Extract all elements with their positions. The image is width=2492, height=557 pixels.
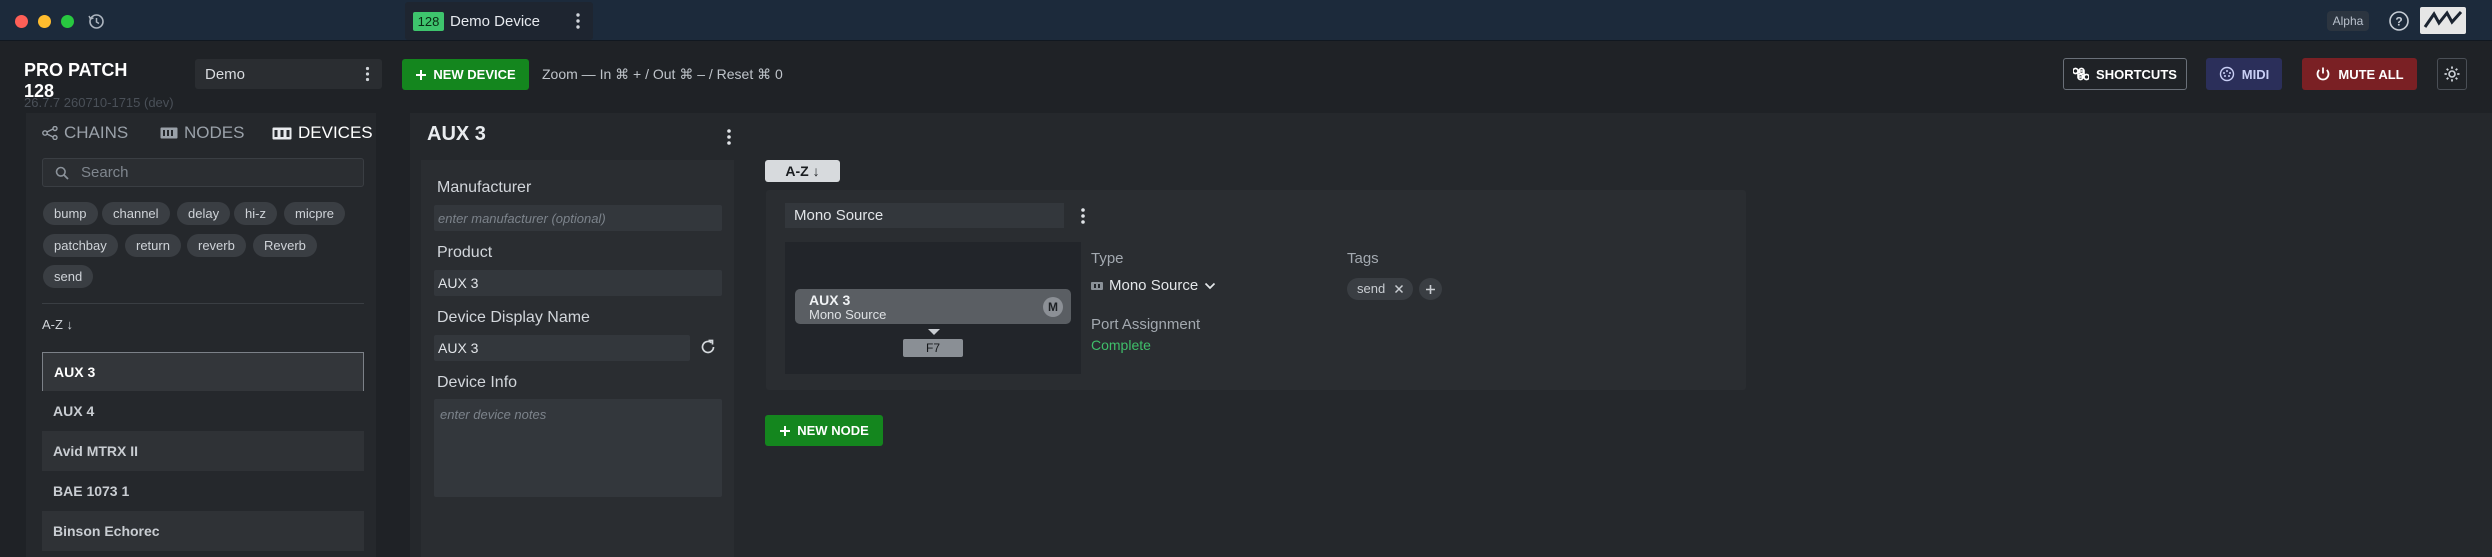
project-select-value: Demo <box>205 66 246 83</box>
tab-devices-label: DEVICES <box>298 123 373 142</box>
reset-name-icon[interactable] <box>699 338 717 356</box>
device-row-selected[interactable]: AUX 3 <box>42 352 364 392</box>
svg-text:?: ? <box>2395 15 2402 29</box>
tab-devices[interactable]: DEVICES <box>272 123 373 143</box>
tag-filter-chip[interactable]: reverb <box>187 234 246 257</box>
device-row[interactable]: Avid MTRX II <box>42 431 364 471</box>
mono-badge: M <box>1043 297 1063 317</box>
sidebar-divider <box>42 303 364 304</box>
tab-chains[interactable]: CHAINS <box>42 123 128 143</box>
type-label: Type <box>1091 250 1124 267</box>
shortcuts-label: SHORTCUTS <box>2096 66 2177 82</box>
node-preview-box[interactable]: AUX 3 Mono Source M <box>795 289 1071 324</box>
midi-label: MIDI <box>2241 66 2270 82</box>
mute-all-button[interactable]: MUTE ALL <box>2302 58 2417 90</box>
new-device-label: NEW DEVICE <box>433 67 516 82</box>
node-preview-subtitle: Mono Source <box>809 307 887 322</box>
tab-label: Demo Device <box>450 13 541 30</box>
port-assignment-status: Complete <box>1091 337 1151 353</box>
tag-chip[interactable]: send <box>1347 278 1413 300</box>
history-icon[interactable] <box>88 13 105 30</box>
tags-label: Tags <box>1347 250 1379 267</box>
minimize-window-button[interactable] <box>38 15 51 28</box>
tag-chip-label: send <box>1357 281 1386 296</box>
type-value: Mono Source <box>1109 277 1199 294</box>
settings-button[interactable] <box>2437 58 2467 90</box>
device-menu-icon[interactable] <box>726 128 732 146</box>
alpha-badge: Alpha <box>2327 11 2369 31</box>
remove-tag-icon <box>1394 284 1404 294</box>
search-placeholder: Search <box>81 164 129 181</box>
device-row[interactable]: AUX 4 <box>42 391 364 431</box>
nodes-icon <box>160 127 178 139</box>
chains-icon <box>42 126 58 140</box>
device-info-placeholder: enter device notes <box>440 407 547 422</box>
tag-filter-chip[interactable]: hi-z <box>234 202 277 225</box>
power-icon <box>2317 67 2330 81</box>
device-title: AUX 3 <box>427 123 486 145</box>
tab-menu-icon[interactable] <box>575 12 581 30</box>
device-row[interactable]: BAE 1073 1 <box>42 471 364 511</box>
search-input[interactable]: Search <box>42 158 364 187</box>
tab-nodes-label: NODES <box>184 123 245 142</box>
add-tag-button[interactable] <box>1419 278 1442 300</box>
node-name-field[interactable]: Mono Source <box>785 203 1064 228</box>
node-preview-title: AUX 3 <box>809 292 851 308</box>
manufacturer-field[interactable]: enter manufacturer (optional) <box>434 205 722 231</box>
manufacturer-label: Manufacturer <box>437 179 532 196</box>
midi-button[interactable]: MIDI <box>2206 58 2282 90</box>
device-info-field[interactable]: enter device notes <box>434 399 722 497</box>
display-name-label: Device Display Name <box>437 309 590 326</box>
tag-filter-chip[interactable]: channel <box>102 202 170 225</box>
chevron-down-icon <box>1205 282 1216 289</box>
help-icon[interactable]: ? <box>2388 10 2410 32</box>
device-info-label: Device Info <box>437 374 518 391</box>
search-icon <box>55 166 69 180</box>
gear-icon <box>2444 66 2460 82</box>
app-logo <box>2420 7 2466 34</box>
manufacturer-placeholder: enter manufacturer (optional) <box>438 211 606 226</box>
project-select[interactable]: Demo <box>195 59 382 89</box>
mute-all-label: MUTE ALL <box>2338 66 2404 82</box>
product-label: Product <box>437 244 493 261</box>
close-window-button[interactable] <box>15 15 28 28</box>
project-menu-icon <box>365 66 370 82</box>
tag-filter-chip[interactable]: return <box>125 234 181 257</box>
new-node-label: NEW NODE <box>797 423 869 438</box>
shortcuts-button[interactable]: SHORTCUTS <box>2063 58 2187 90</box>
device-row[interactable]: Binson Echorec <box>42 511 364 551</box>
node-sort-toggle[interactable]: A-Z ↓ <box>765 160 840 182</box>
display-name-field[interactable]: AUX 3 <box>434 335 690 361</box>
maximize-window-button[interactable] <box>61 15 74 28</box>
product-field[interactable]: AUX 3 <box>434 270 722 296</box>
node-menu-icon[interactable] <box>1080 207 1086 225</box>
sort-toggle[interactable]: A-Z ↓ <box>42 317 73 332</box>
plus-icon <box>780 425 791 436</box>
tag-filter-chip[interactable]: micpre <box>284 202 346 225</box>
version-label: 26.7.7 260710-1715 (dev) <box>24 95 174 110</box>
port-assignment-label: Port Assignment <box>1091 316 1201 333</box>
tag-filter-chip[interactable]: Reverb <box>253 234 317 257</box>
tab-badge: 128 <box>413 12 444 31</box>
mono-source-icon <box>1091 281 1103 290</box>
plus-icon <box>1426 284 1435 294</box>
command-icon <box>2073 67 2090 81</box>
plus-icon <box>416 69 427 80</box>
tag-filter-chip[interactable]: send <box>43 265 94 288</box>
tag-filter-chip[interactable]: bump <box>43 202 98 225</box>
zoom-hint: Zoom — In ⌘ + / Out ⌘ – / Reset ⌘ 0 <box>542 66 783 82</box>
type-select[interactable]: Mono Source <box>1091 277 1216 294</box>
tab-chains-label: CHAINS <box>64 123 129 142</box>
new-device-button[interactable]: NEW DEVICE <box>402 59 529 90</box>
tab-nodes[interactable]: NODES <box>160 123 244 143</box>
midi-icon <box>2219 66 2234 82</box>
tag-filter-chip[interactable]: patchbay <box>43 234 118 257</box>
tag-filter-chip[interactable]: delay <box>177 202 231 225</box>
port-label[interactable]: F7 <box>903 339 963 357</box>
devices-icon <box>272 127 292 139</box>
port-arrow-icon <box>928 329 940 335</box>
new-node-button[interactable]: NEW NODE <box>765 415 883 446</box>
title-bar <box>0 0 2492 41</box>
